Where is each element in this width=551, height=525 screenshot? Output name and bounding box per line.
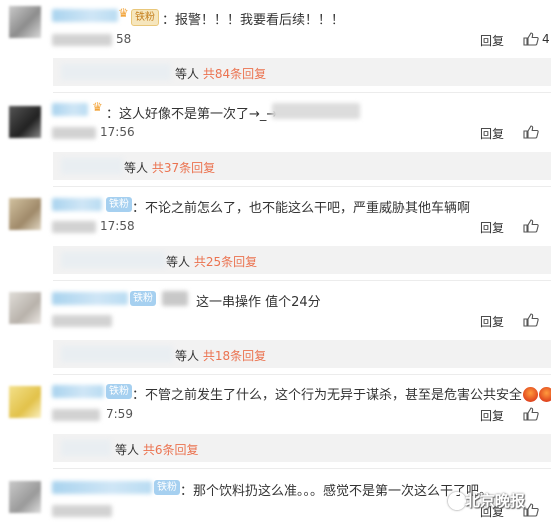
replier-names	[61, 346, 173, 362]
username[interactable]	[52, 292, 128, 305]
reply-button[interactable]: 回复	[480, 407, 504, 424]
like-icon[interactable]	[523, 313, 539, 327]
replier-names	[61, 158, 123, 174]
timestamp-blur	[52, 315, 112, 327]
fan-badge: 铁粉	[106, 384, 132, 399]
replies-summary[interactable]: 等人 共25条回复	[53, 246, 551, 274]
replies-who: 等人	[166, 255, 191, 269]
replies-who: 等人	[175, 67, 200, 81]
username[interactable]	[52, 198, 102, 211]
watermark: 北京晚报	[465, 492, 526, 510]
comment-text: ：报警！！！我要看后续！！！	[162, 13, 345, 28]
comment-text: ：不管之前发生了什么，这个行为无异于谋杀，甚至是危害公共安全	[132, 384, 551, 403]
comment-text: ：那个饮料扔这么准。。。感觉不是第一次这么干了吧。	[180, 484, 493, 499]
fan-badge: 铁粉	[154, 480, 180, 495]
replies-count-link[interactable]: 共6条回复	[143, 443, 199, 457]
divider	[53, 186, 551, 187]
avatar[interactable]	[9, 6, 41, 38]
angry-emoji-icon	[523, 387, 539, 402]
timestamp: 17:56	[100, 125, 135, 139]
hidden-text	[272, 103, 360, 119]
fan-badge: 铁粉	[106, 197, 132, 212]
hidden-text	[162, 291, 188, 306]
crown-icon: ♛	[92, 100, 103, 114]
reply-button[interactable]: 回复	[480, 219, 504, 236]
timestamp: 17:58	[100, 219, 135, 233]
comment-text: ：这人好像不是第一次了→_→	[106, 107, 278, 122]
divider	[53, 280, 551, 281]
comment-text-body: ：不管之前发生了什么，这个行为无异于谋杀，甚至是危害公共安全	[132, 388, 523, 403]
timestamp-blur	[52, 505, 112, 517]
timestamp-blur	[52, 221, 96, 233]
comment-text: 这一串操作 值个24分	[196, 295, 321, 310]
timestamp-blur	[52, 127, 96, 139]
replier-names	[61, 440, 111, 456]
like-icon[interactable]	[523, 407, 539, 421]
replies-summary[interactable]: 等人 共6条回复	[53, 434, 551, 462]
fan-badge: 铁粉	[130, 291, 156, 306]
replies-summary[interactable]: 等人 共18条回复	[53, 340, 551, 368]
replies-count-link[interactable]: 共25条回复	[194, 255, 257, 269]
replies-who: 等人	[175, 349, 200, 363]
replies-who: 等人	[124, 161, 149, 175]
reply-button[interactable]: 回复	[480, 32, 504, 49]
timestamp-blur	[52, 409, 100, 421]
avatar[interactable]	[9, 386, 41, 418]
username[interactable]	[52, 385, 104, 398]
crown-icon: ♛	[118, 6, 129, 20]
replier-names	[61, 252, 165, 268]
replies-count-link[interactable]: 共84条回复	[203, 67, 266, 81]
replies-summary[interactable]: 等人 共84条回复	[53, 58, 551, 86]
like-icon[interactable]	[523, 503, 539, 517]
divider	[53, 374, 551, 375]
replies-who: 等人	[115, 443, 140, 457]
like-count: 4	[542, 32, 550, 46]
like-icon[interactable]	[523, 32, 539, 46]
like-icon[interactable]	[523, 219, 539, 233]
replies-count-link[interactable]: 共18条回复	[203, 349, 266, 363]
avatar[interactable]	[9, 481, 41, 513]
like-icon[interactable]	[523, 125, 539, 139]
comment-text: ：不论之前怎么了，也不能这么干吧，严重威胁其他车辆啊	[132, 201, 471, 216]
username[interactable]	[52, 103, 88, 116]
fan-badge: 铁粉	[131, 9, 159, 26]
timestamp-blur	[52, 34, 112, 46]
timestamp: 58	[116, 32, 132, 46]
reply-button[interactable]: 回复	[480, 125, 504, 142]
watermark-logo-icon	[448, 492, 466, 510]
avatar[interactable]	[9, 198, 41, 230]
timestamp: 7:59	[106, 407, 133, 421]
avatar[interactable]	[9, 106, 41, 138]
angry-emoji-icon	[539, 387, 551, 402]
replier-names	[61, 64, 171, 80]
reply-button[interactable]: 回复	[480, 313, 504, 330]
replies-count-link[interactable]: 共37条回复	[152, 161, 215, 175]
replies-summary[interactable]: 等人 共37条回复	[53, 152, 551, 180]
divider	[53, 92, 551, 93]
avatar[interactable]	[9, 292, 41, 324]
divider	[53, 468, 551, 469]
username[interactable]	[52, 481, 152, 494]
username[interactable]	[52, 9, 118, 22]
